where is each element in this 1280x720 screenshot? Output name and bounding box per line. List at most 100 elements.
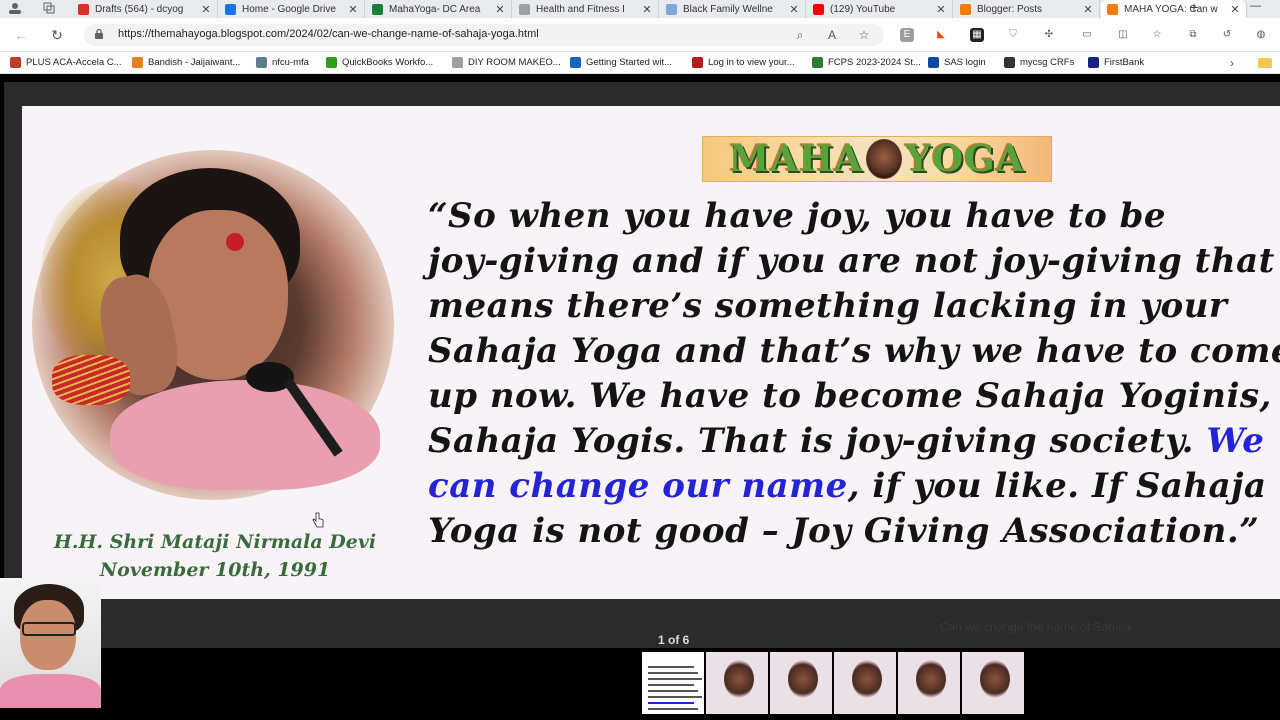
copilot-icon[interactable]: ◍ bbox=[1254, 28, 1268, 42]
extensions-puzzle-icon[interactable]: ✣ bbox=[1042, 28, 1056, 42]
bindi-mark bbox=[226, 233, 244, 251]
shield-icon[interactable]: ⛉ bbox=[1006, 28, 1020, 42]
thumbnail-text-line bbox=[648, 666, 694, 668]
extension-icon[interactable]: E bbox=[900, 28, 914, 42]
close-icon[interactable]: ✕ bbox=[346, 3, 360, 16]
caption-name: H.H. Shri Mataji Nirmala Devi bbox=[53, 531, 377, 553]
bookmark-item[interactable]: SAS login bbox=[928, 57, 986, 68]
browser-tab[interactable]: Black Family Wellne ✕ bbox=[660, 0, 806, 18]
m-icon bbox=[1004, 57, 1015, 68]
bookmark-label: Bandish - Jaijaiwant... bbox=[148, 57, 241, 68]
tab-title: Blogger: Posts bbox=[977, 3, 1043, 15]
bookmarks-bar: PLUS ACA-Accela C... Bandish - Jaijaiwant… bbox=[0, 52, 1280, 74]
thumbnail-text-line bbox=[648, 672, 698, 674]
slide-thumbnail[interactable] bbox=[834, 652, 896, 714]
thumbnail-text-line bbox=[648, 678, 702, 680]
slide-thumbnail[interactable] bbox=[706, 652, 768, 714]
quote-segment: Sahaja Yogis. That is joy-giving society… bbox=[428, 421, 1207, 461]
url-text[interactable]: https://themahayoga.blogspot.com/2024/02… bbox=[118, 28, 539, 40]
v-icon bbox=[692, 57, 703, 68]
browser-tab[interactable]: MahaYoga- DC Area ✕ bbox=[366, 0, 512, 18]
close-icon[interactable]: ✕ bbox=[640, 3, 654, 16]
webcam-glasses bbox=[22, 622, 76, 636]
bookmark-label: nfcu-mfa bbox=[272, 57, 309, 68]
workspaces-icon[interactable] bbox=[40, 0, 58, 16]
favorites-icon[interactable]: ☆ bbox=[1150, 28, 1164, 42]
thumbnail-portrait bbox=[724, 660, 754, 698]
collections-icon[interactable]: ⧉ bbox=[1186, 28, 1200, 42]
bookmark-item[interactable]: nfcu-mfa bbox=[256, 57, 309, 68]
bookmark-label: SAS login bbox=[944, 57, 986, 68]
new-tab-button[interactable]: + bbox=[1186, 0, 1202, 16]
bookmark-item[interactable]: QuickBooks Workfo... bbox=[326, 57, 433, 68]
page-counter: 1 of 6 bbox=[658, 633, 690, 647]
bookmark-item[interactable]: DIY ROOM MAKEO... bbox=[452, 57, 561, 68]
browser-tab[interactable]: MAHA YOGA: Can w ✕ bbox=[1101, 0, 1247, 18]
close-icon[interactable]: ✕ bbox=[1081, 3, 1095, 16]
megaphone-icon[interactable]: ◣ bbox=[934, 28, 948, 42]
chevron-right-icon[interactable]: › bbox=[1230, 56, 1234, 70]
bookmark-label: PLUS ACA-Accela C... bbox=[26, 57, 122, 68]
read-aloud-icon[interactable]: A bbox=[824, 27, 840, 43]
lock-icon[interactable] bbox=[94, 28, 104, 40]
bookmark-label: mycsg CRFs bbox=[1020, 57, 1075, 68]
gmail-icon bbox=[78, 3, 89, 15]
page-icon bbox=[519, 3, 530, 15]
bookmark-label: Getting Started wit... bbox=[586, 57, 673, 68]
drive-icon bbox=[225, 3, 236, 15]
quickbooks-icon bbox=[326, 57, 337, 68]
close-icon[interactable]: ✕ bbox=[787, 3, 801, 16]
thumbnail-portrait bbox=[852, 660, 882, 698]
browser-tab[interactable]: Blogger: Posts ✕ bbox=[954, 0, 1100, 18]
bookmark-item[interactable]: Log in to view your... bbox=[692, 57, 795, 68]
quote-line: Yoga is not good – Joy Giving Associatio… bbox=[428, 511, 1260, 551]
tab-title: Black Family Wellne bbox=[683, 3, 773, 15]
bookmark-item[interactable]: FirstBank bbox=[1088, 57, 1144, 68]
maha-yoga-logo: MAHA YOGA bbox=[702, 136, 1052, 182]
thumbnail-portrait bbox=[916, 660, 946, 698]
favorite-star-icon[interactable]: ☆ bbox=[856, 27, 872, 43]
close-icon[interactable]: ✕ bbox=[934, 3, 948, 16]
folder-icon[interactable] bbox=[1258, 58, 1272, 68]
close-icon[interactable]: ✕ bbox=[1228, 3, 1242, 16]
minimize-button[interactable]: — bbox=[1250, 0, 1261, 12]
webcam-shirt bbox=[0, 674, 101, 708]
browser-tab[interactable]: Home - Google Drive ✕ bbox=[219, 0, 365, 18]
quote-highlight: We bbox=[1206, 421, 1265, 461]
thumbnail-portrait bbox=[788, 660, 818, 698]
extension-icon[interactable]: ▦ bbox=[970, 28, 984, 42]
tab-strip: Drafts (564) - dcyog ✕ Home - Google Drive… bbox=[0, 0, 1280, 18]
zoom-icon[interactable]: ⌕ bbox=[792, 27, 808, 43]
bookmark-item[interactable]: Getting Started wit... bbox=[570, 57, 672, 68]
history-icon[interactable]: ↺ bbox=[1220, 28, 1234, 42]
cast-icon[interactable]: ▭ bbox=[1080, 28, 1094, 42]
bookmark-item[interactable]: PLUS ACA-Accela C... bbox=[10, 57, 122, 68]
bookmark-label: DIY ROOM MAKEO... bbox=[468, 57, 561, 68]
refresh-button[interactable]: ↻ bbox=[48, 26, 66, 44]
logo-portrait-icon bbox=[866, 139, 902, 179]
close-icon[interactable]: ✕ bbox=[199, 3, 213, 16]
blogger-icon bbox=[960, 3, 971, 15]
close-icon[interactable]: ✕ bbox=[493, 3, 507, 16]
browser-tab[interactable]: (129) YouTube ✕ bbox=[807, 0, 953, 18]
quote-line: up now. We have to become Sahaja Yoginis… bbox=[428, 376, 1272, 416]
portrait-caption: H.H. Shri Mataji Nirmala Devi November 1… bbox=[30, 528, 400, 584]
address-bar[interactable]: https://themahayoga.blogspot.com/2024/02… bbox=[84, 24, 884, 46]
slide-thumbnail[interactable] bbox=[642, 652, 704, 714]
quote-segment: , if you like. If Sahaja bbox=[847, 466, 1267, 506]
profile-icon[interactable] bbox=[6, 0, 24, 16]
page-icon bbox=[452, 57, 463, 68]
bangles bbox=[52, 355, 130, 405]
split-screen-icon[interactable]: ◫ bbox=[1116, 28, 1130, 42]
bookmark-item[interactable]: Bandish - Jaijaiwant... bbox=[132, 57, 240, 68]
slide-thumbnail[interactable] bbox=[962, 652, 1024, 714]
back-button[interactable]: ← bbox=[12, 26, 30, 44]
bookmark-item[interactable]: mycsg CRFs bbox=[1004, 57, 1074, 68]
browser-tab[interactable]: Health and Fitness I ✕ bbox=[513, 0, 659, 18]
slide-thumbnail[interactable] bbox=[898, 652, 960, 714]
slide-thumbnail[interactable] bbox=[770, 652, 832, 714]
firstbank-icon bbox=[1088, 57, 1099, 68]
bookmark-item[interactable]: FCPS 2023-2024 St... bbox=[812, 57, 921, 68]
webcam-overlay bbox=[0, 578, 101, 708]
browser-tab[interactable]: Drafts (564) - dcyog ✕ bbox=[72, 0, 218, 18]
